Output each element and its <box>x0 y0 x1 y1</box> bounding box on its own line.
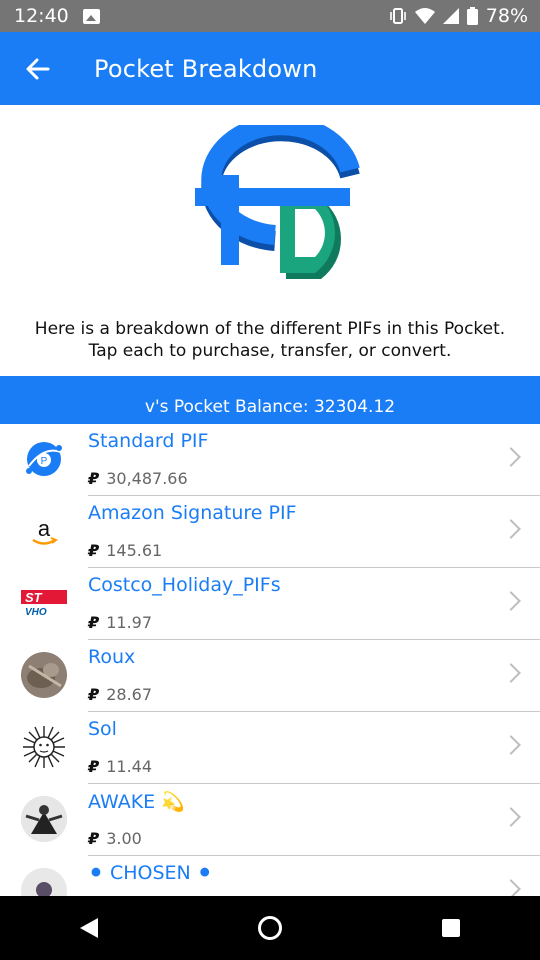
status-icons: 78% <box>389 5 528 27</box>
costco-logo: ST VHO <box>21 580 67 626</box>
chevron-right-icon <box>501 663 521 683</box>
signal-icon <box>442 8 459 24</box>
chevron-right-icon <box>501 447 521 467</box>
list-item-chosen[interactable]: ⚫ CHOSEN ⚫ <box>0 856 540 896</box>
pif-currency-icon: ₽ <box>88 757 100 776</box>
image-icon <box>82 8 100 24</box>
pocket-balance-text: v's Pocket Balance: 32304.12 <box>144 397 396 417</box>
system-nav-bar <box>0 896 540 960</box>
list-item-costco-holiday-pifs[interactable]: ST VHO Costco_Holiday_PIFs ₽ 11.97 <box>0 568 540 640</box>
item-amount: ₽ 3.00 <box>88 829 142 848</box>
item-name: Amazon Signature PIF <box>88 502 297 524</box>
pif-currency-icon: ₽ <box>88 469 100 488</box>
item-name: Roux <box>88 646 136 668</box>
arrow-left-icon <box>26 58 50 79</box>
list-item-awake[interactable]: AWAKE 💫 ₽ 3.00 <box>0 784 540 856</box>
list-item-amazon-signature-pif[interactable]: a Amazon Signature PIF ₽ 145.61 <box>0 496 540 568</box>
item-name: Standard PIF <box>88 430 209 452</box>
item-amount: ₽ 30,487.66 <box>88 469 188 488</box>
status-time: 12:40 <box>14 5 69 27</box>
battery-icon <box>466 7 478 25</box>
amazon-logo: a <box>21 508 67 554</box>
chevron-right-icon <box>501 735 521 755</box>
item-name: Sol <box>88 718 117 740</box>
list-item-standard-pif[interactable]: P Standard PIF ₽ 30,487.66 <box>0 424 540 496</box>
intro-line-2: Tap each to purchase, transfer, or conve… <box>88 341 452 361</box>
svg-text:ST: ST <box>25 590 43 605</box>
pif-currency-icon: ₽ <box>88 829 100 848</box>
item-name: ⚫ CHOSEN ⚫ <box>88 862 213 884</box>
person-photo-2 <box>21 868 67 896</box>
pif-currency-icon: ₽ <box>88 613 100 632</box>
svg-text:a: a <box>38 516 51 541</box>
item-amount: ₽ 28.67 <box>88 685 153 704</box>
status-bar: 12:40 78% <box>0 0 540 32</box>
item-name: Costco_Holiday_PIFs <box>88 574 281 596</box>
chevron-right-icon <box>501 807 521 827</box>
page-title: Pocket Breakdown <box>94 54 318 83</box>
pif-currency-icon: ₽ <box>88 541 100 560</box>
recents-square-icon[interactable] <box>442 919 460 937</box>
svg-text:VHO: VHO <box>25 607 47 618</box>
pocket-balance-bar: v's Pocket Balance: 32304.12 <box>0 376 540 424</box>
list-item-sol[interactable]: Sol ₽ 11.44 <box>0 712 540 784</box>
person-photo <box>21 796 67 842</box>
item-amount: ₽ 11.97 <box>88 613 153 632</box>
sun-engraving <box>21 724 67 770</box>
cat-photo <box>21 652 67 698</box>
item-name: AWAKE 💫 <box>88 791 185 813</box>
app-bar: Pocket Breakdown <box>0 32 540 105</box>
chevron-right-icon <box>501 879 521 896</box>
wifi-icon <box>414 8 435 24</box>
intro-text: Here is a breakdown of the different PIF… <box>0 318 540 362</box>
intro-line-1: Here is a breakdown of the different PIF… <box>34 319 506 339</box>
pif-logo <box>155 115 385 280</box>
svg-text:P: P <box>41 456 48 467</box>
home-circle-icon[interactable] <box>258 916 282 940</box>
back-triangle-icon[interactable] <box>80 918 98 938</box>
globe-pif-icon: P <box>21 436 67 482</box>
item-amount: ₽ 11.44 <box>88 757 153 776</box>
item-amount: ₽ 145.61 <box>88 541 163 560</box>
vibrate-icon <box>389 8 406 24</box>
chevron-right-icon <box>501 591 521 611</box>
chevron-right-icon <box>501 519 521 539</box>
list-item-roux[interactable]: Roux ₽ 28.67 <box>0 640 540 712</box>
pif-currency-icon: ₽ <box>88 685 100 704</box>
back-button[interactable] <box>18 49 58 89</box>
pif-list: P Standard PIF ₽ 30,487.66 a Amazon Sign… <box>0 424 540 896</box>
battery-percent: 78% <box>485 5 528 27</box>
